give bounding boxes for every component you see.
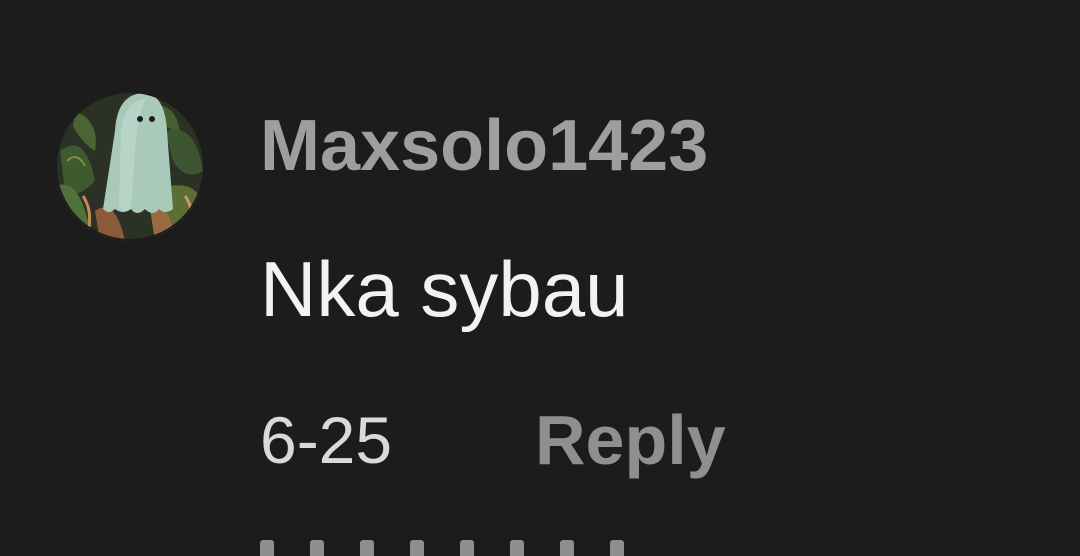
reply-button[interactable]: Reply	[535, 398, 726, 482]
comment-text: Nka sybau	[260, 245, 629, 333]
comment-username[interactable]: Maxsolo1423	[260, 104, 708, 188]
ghost-avatar-icon	[55, 91, 205, 241]
comment-date: 6-25	[260, 403, 393, 477]
next-comment-partial	[260, 540, 700, 556]
avatar[interactable]	[55, 91, 205, 241]
comment-item: Maxsolo1423 Nka sybau 6-25 Reply	[0, 0, 1080, 556]
